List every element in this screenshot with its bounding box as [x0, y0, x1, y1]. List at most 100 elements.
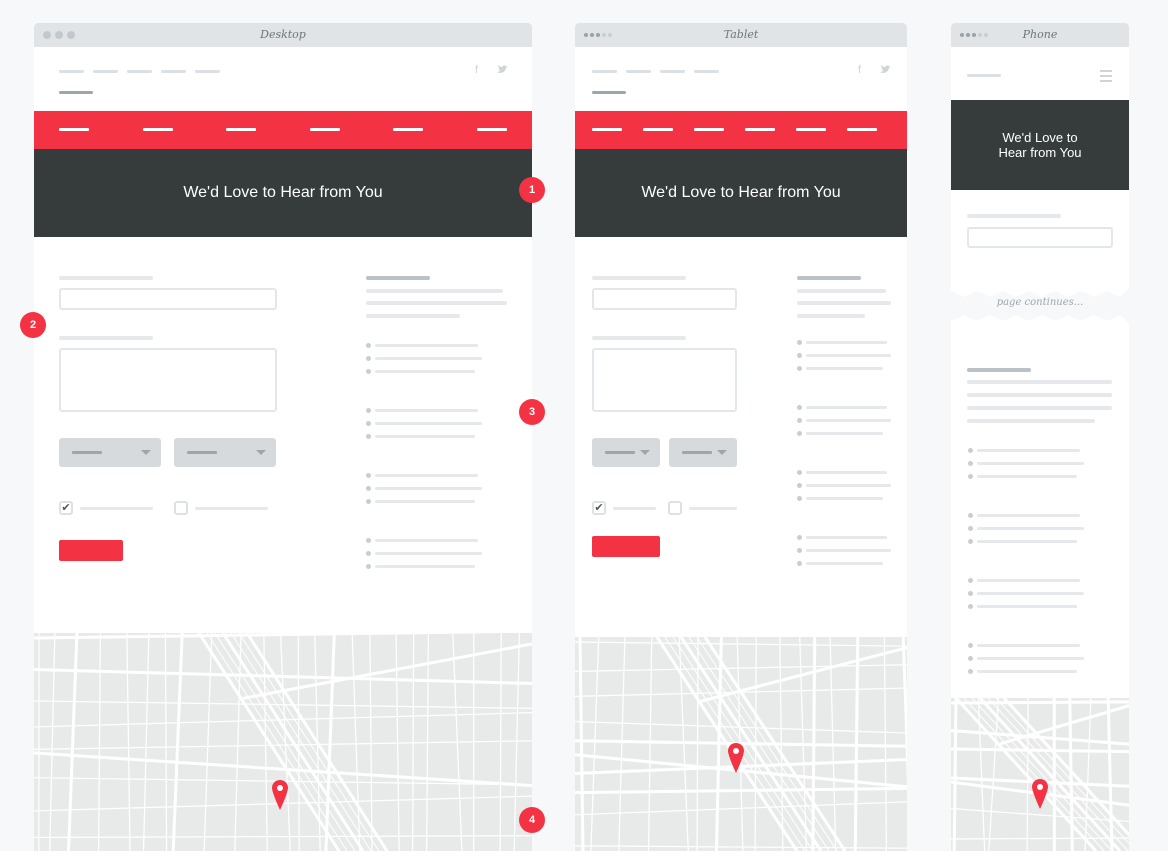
- sidebar-heading: [366, 276, 430, 280]
- primary-nav-item[interactable]: [143, 128, 173, 131]
- primary-nav-item[interactable]: [393, 128, 423, 131]
- map-streets: [34, 633, 532, 851]
- select-dropdown[interactable]: [174, 438, 276, 467]
- nav-link[interactable]: [694, 70, 719, 73]
- primary-nav-item[interactable]: [226, 128, 256, 131]
- location-map[interactable]: [34, 633, 532, 851]
- nav-link[interactable]: [592, 70, 617, 73]
- bullet: [968, 669, 973, 674]
- checkbox-checked[interactable]: ✔: [59, 501, 73, 515]
- list-item: [806, 497, 883, 500]
- field-label: [592, 336, 686, 340]
- hamburger-menu-icon[interactable]: [1100, 70, 1112, 85]
- map-pin-icon[interactable]: [272, 780, 288, 815]
- name-input[interactable]: [967, 227, 1113, 248]
- bullet: [968, 591, 973, 596]
- street: [126, 633, 131, 851]
- list-item: [977, 644, 1080, 647]
- list-item: [375, 344, 478, 347]
- list-item: [806, 471, 887, 474]
- nav-link[interactable]: [161, 70, 186, 73]
- checkbox-unchecked[interactable]: [668, 501, 682, 515]
- street: [34, 633, 504, 640]
- bullet: [366, 486, 371, 491]
- primary-nav-item[interactable]: [59, 128, 89, 131]
- frame-title: Tablet: [723, 28, 759, 41]
- submit-button[interactable]: [592, 536, 660, 557]
- street: [238, 633, 380, 851]
- select-dropdown[interactable]: [59, 438, 161, 467]
- facebook-icon[interactable]: f: [475, 64, 478, 76]
- bullet: [968, 461, 973, 466]
- bullet: [366, 473, 371, 478]
- street: [1106, 698, 1114, 851]
- checkbox-unchecked[interactable]: [174, 501, 188, 515]
- select-dropdown[interactable]: [592, 438, 660, 467]
- twitter-icon[interactable]: [880, 65, 891, 77]
- street: [230, 633, 372, 851]
- primary-nav-item[interactable]: [847, 128, 877, 131]
- location-map[interactable]: [951, 698, 1129, 851]
- primary-nav-item[interactable]: [694, 128, 724, 131]
- primary-nav-item[interactable]: [643, 128, 673, 131]
- nav-link[interactable]: [195, 70, 220, 73]
- name-input[interactable]: [59, 288, 277, 310]
- map-pin-icon[interactable]: [1032, 779, 1048, 814]
- bullet: [366, 551, 371, 556]
- street: [952, 698, 958, 851]
- facebook-icon[interactable]: f: [858, 64, 861, 76]
- street: [142, 633, 150, 851]
- nav-link[interactable]: [59, 70, 84, 73]
- primary-nav-item[interactable]: [745, 128, 775, 131]
- list-item: [375, 409, 478, 412]
- name-input[interactable]: [592, 288, 737, 310]
- map-pin-icon[interactable]: [728, 743, 744, 778]
- list-item: [806, 536, 887, 539]
- list-item: [806, 341, 887, 344]
- checkbox-label: [80, 507, 153, 510]
- primary-nav-item[interactable]: [592, 128, 622, 131]
- checkbox-checked[interactable]: ✔: [592, 501, 606, 515]
- primary-nav-item[interactable]: [477, 128, 507, 131]
- street: [578, 637, 585, 851]
- bullet: [366, 408, 371, 413]
- street: [499, 633, 502, 851]
- message-textarea[interactable]: [59, 348, 277, 412]
- chevron-down-icon: [141, 450, 151, 455]
- primary-nav-item[interactable]: [796, 128, 826, 131]
- nav-link[interactable]: [93, 70, 118, 73]
- message-textarea[interactable]: [592, 348, 737, 412]
- street: [1068, 698, 1074, 851]
- list-item: [977, 462, 1084, 465]
- submit-button[interactable]: [59, 540, 123, 561]
- sidebar-text: [967, 406, 1112, 410]
- list-item: [806, 562, 883, 565]
- select-dropdown[interactable]: [669, 438, 737, 467]
- street: [171, 633, 184, 851]
- street: [369, 633, 373, 851]
- street: [395, 633, 400, 851]
- street: [618, 637, 626, 851]
- chevron-down-icon: [256, 450, 266, 455]
- nav-link[interactable]: [660, 70, 685, 73]
- logo-placeholder[interactable]: [967, 74, 1001, 77]
- list-item: [977, 527, 1084, 530]
- hero-banner: We'd Love to Hear from You: [951, 100, 1129, 190]
- street: [67, 633, 79, 851]
- sidebar-heading: [797, 276, 861, 280]
- nav-link[interactable]: [626, 70, 651, 73]
- twitter-icon[interactable]: [497, 65, 508, 77]
- logo-placeholder[interactable]: [592, 91, 626, 94]
- list-item: [806, 549, 891, 552]
- checkbox-label: [613, 507, 656, 510]
- logo-placeholder[interactable]: [59, 91, 93, 94]
- bullet: [797, 483, 802, 488]
- page-continues-break: page continues...: [951, 289, 1129, 323]
- sidebar-text: [967, 419, 1095, 423]
- nav-link[interactable]: [127, 70, 152, 73]
- bullet: [797, 535, 802, 540]
- street: [978, 698, 1122, 851]
- primary-nav-item[interactable]: [310, 128, 340, 131]
- bullet: [968, 643, 973, 648]
- list-item: [375, 500, 475, 503]
